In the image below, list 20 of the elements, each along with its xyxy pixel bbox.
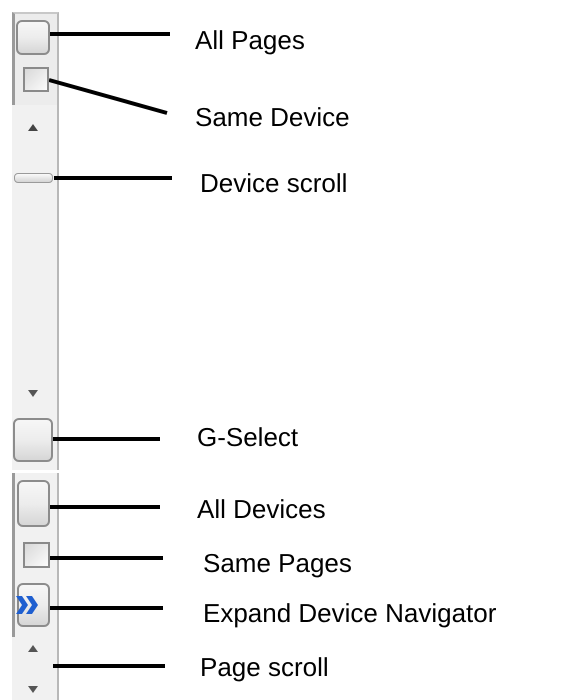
callout-label: Same Device bbox=[195, 101, 350, 133]
toolbar-button[interactable] bbox=[16, 20, 50, 55]
callout-label: Device scroll bbox=[200, 167, 348, 199]
callout-label: All Pages bbox=[195, 24, 305, 56]
checkbox[interactable] bbox=[23, 67, 49, 92]
callout-label: Page scroll bbox=[200, 651, 329, 683]
toolbar-button[interactable] bbox=[17, 480, 50, 527]
up-arrow-icon[interactable] bbox=[28, 124, 38, 131]
expand-button[interactable] bbox=[17, 583, 50, 627]
callout-label: Expand Device Navigator bbox=[203, 597, 496, 629]
up-arrow-icon[interactable] bbox=[28, 645, 38, 652]
callout-label: Same Pages bbox=[203, 547, 352, 579]
checkbox[interactable] bbox=[23, 542, 50, 568]
double-chevron-icon bbox=[15, 595, 41, 615]
scroll-thumb[interactable] bbox=[14, 173, 53, 183]
toolbar-button[interactable] bbox=[13, 418, 53, 462]
callout-label: All Devices bbox=[197, 493, 326, 525]
down-arrow-icon[interactable] bbox=[28, 390, 38, 397]
down-arrow-icon[interactable] bbox=[28, 686, 38, 693]
callout-label: G-Select bbox=[197, 421, 298, 453]
